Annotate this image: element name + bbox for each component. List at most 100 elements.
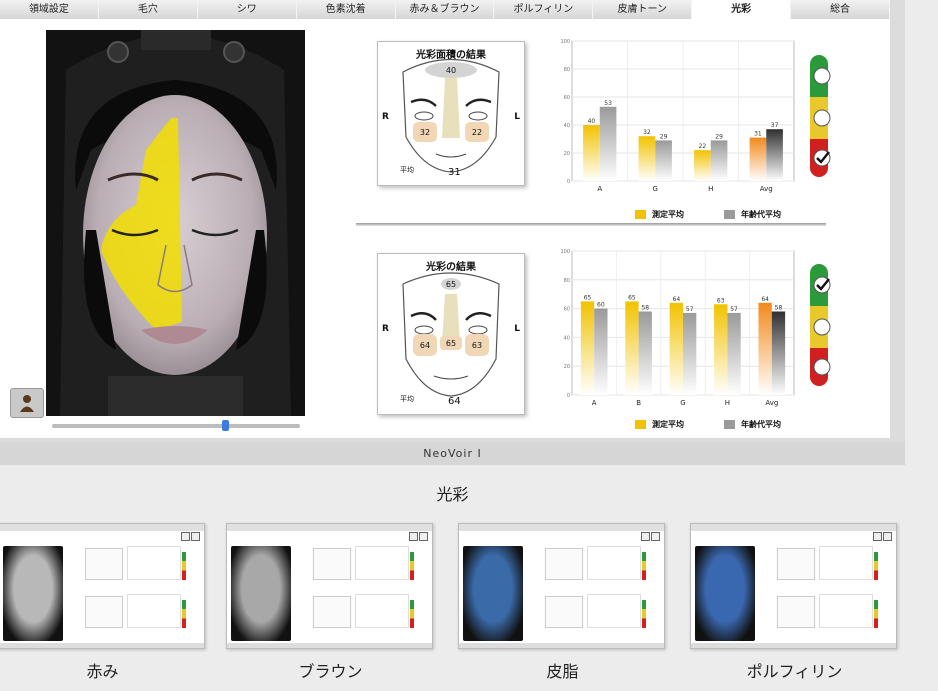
- y-tick-label: 0: [567, 179, 570, 185]
- slider-thumb[interactable]: [222, 420, 229, 431]
- analysis-panel: 光彩面積の結果 R L 40 32 22 平均 31 0 20 40 60 80…: [0, 19, 890, 438]
- thumb-map: [85, 596, 123, 628]
- data-label: 53: [604, 100, 612, 107]
- thumb-chart: [355, 546, 409, 580]
- thumb-chart: [587, 546, 641, 580]
- y-tick-label: 100: [560, 249, 570, 255]
- x-tick-label: G: [653, 185, 658, 193]
- region-map-top: 光彩面積の結果 R L 40 32 22 平均 31: [377, 41, 525, 186]
- bar-measured-A: [580, 301, 595, 395]
- tab-4[interactable]: 赤み＆ブラウン: [395, 0, 495, 19]
- tab-3[interactable]: 色素沈着: [296, 0, 396, 19]
- y-tick-label: 60: [564, 95, 570, 101]
- y-tick-label: 80: [564, 278, 570, 284]
- x-tick-label: A: [592, 399, 597, 407]
- map-top-avg-value: 31: [448, 167, 461, 178]
- legend-measured-label: 測定平均: [652, 420, 684, 429]
- bar-measured-Avg: [758, 302, 772, 395]
- face-photo: [46, 30, 305, 416]
- thumb-map: [313, 596, 351, 628]
- thumb-face: [3, 546, 63, 641]
- thumb-gauge: [874, 600, 878, 628]
- legend-top: 測定平均 年齢代平均: [617, 209, 781, 220]
- checkmark-icon: [813, 276, 831, 294]
- zone-forehead-value: 65: [446, 280, 456, 289]
- thumb-badge-icon: [873, 532, 882, 541]
- face-illustration: [46, 30, 305, 416]
- legend-age-swatch: [724, 210, 735, 219]
- thumb-camera-icon: [191, 532, 200, 541]
- data-label: 31: [754, 131, 762, 138]
- bar-age-A: [599, 106, 617, 181]
- data-label: 29: [660, 133, 668, 140]
- thumb-face: [463, 546, 523, 641]
- tab-5[interactable]: ポルフィリン: [494, 0, 594, 19]
- tab-2[interactable]: シワ: [197, 0, 297, 19]
- bar-measured-G: [669, 302, 683, 395]
- thumb-map: [777, 548, 815, 580]
- bar-measured-B: [625, 301, 639, 395]
- y-tick-label: 100: [560, 39, 570, 45]
- thumb-face: [695, 546, 755, 641]
- thumb-tab-bar: [691, 524, 896, 531]
- data-label: 40: [588, 118, 596, 125]
- thumb-map: [545, 548, 583, 580]
- bar-measured-H: [714, 304, 728, 395]
- thumb-gauge: [182, 552, 186, 580]
- thumb-tab-bar: [227, 524, 432, 531]
- zone-left-cheek-value: 63: [472, 341, 482, 350]
- thumb-gauge: [410, 552, 414, 580]
- thumb-chart: [127, 546, 181, 580]
- legend-age-label: 年齢代平均: [741, 210, 781, 219]
- thumb-badge-icon: [181, 532, 190, 541]
- data-label: 60: [597, 302, 605, 309]
- gauge-bad-segment: [810, 139, 831, 177]
- indicator-circle-icon: [813, 67, 831, 85]
- x-tick-label: B: [636, 399, 641, 407]
- thumb-map: [85, 548, 123, 580]
- y-tick-label: 40: [564, 335, 570, 341]
- y-tick-label: 40: [564, 123, 570, 129]
- tab-7[interactable]: 光彩: [692, 0, 792, 19]
- thumb-camera-icon: [419, 532, 428, 541]
- thumbnail-3[interactable]: [690, 523, 897, 649]
- data-label: 22: [699, 143, 707, 150]
- x-tick-label: Avg: [760, 185, 773, 193]
- camera-mode-button[interactable]: [10, 388, 44, 418]
- bar-chart-area: 0 20 40 60 80 100 40 53 A 32 29 G 22 29 H 31 37 Avg: [560, 39, 795, 193]
- legend-measured-swatch: [635, 420, 646, 429]
- thumb-chart: [127, 594, 181, 628]
- thumb-gauge: [642, 552, 646, 580]
- zone-left-cheek-value: 22: [472, 128, 482, 137]
- brand-footer: NeoVoir I: [0, 442, 905, 465]
- thumbnail-1[interactable]: [226, 523, 433, 649]
- bar-age-H: [710, 140, 728, 181]
- bar-chart-brightness: 0 20 40 60 80 100 65 60 A 65 58 B 64 57 G 63 57 H 64 58 Avg: [560, 249, 795, 407]
- thumb-gauge: [410, 600, 414, 628]
- region-map-bottom: 光彩の結果 R L 65 64 65 63 平均 64: [377, 253, 525, 415]
- thumb-badge-icon: [641, 532, 650, 541]
- indicator-circle-icon: [813, 109, 831, 127]
- main-caption: 光彩: [436, 485, 469, 504]
- tab-8[interactable]: 総合: [791, 0, 891, 19]
- thumb-footer: [459, 643, 664, 648]
- thumbnail-0[interactable]: [0, 523, 205, 649]
- gauge-top: [810, 55, 831, 177]
- thumb-chart: [819, 546, 873, 580]
- data-label: 29: [715, 133, 723, 140]
- thumb-badge-icon: [409, 532, 418, 541]
- image-slider[interactable]: [52, 420, 300, 431]
- gauge-good-segment: [810, 264, 831, 306]
- tab-0[interactable]: 領域設定: [0, 0, 99, 19]
- indicator-circle-icon: [813, 358, 831, 376]
- bar-age-Avg: [766, 129, 783, 181]
- map-top-avg-label: 平均: [400, 166, 414, 174]
- gauge-mid-segment: [810, 306, 831, 348]
- thumb-camera-icon: [883, 532, 892, 541]
- thumbnail-2[interactable]: [458, 523, 665, 649]
- tab-1[interactable]: 毛穴: [98, 0, 198, 19]
- x-tick-label: H: [725, 399, 730, 407]
- tab-6[interactable]: 皮膚トーン: [593, 0, 693, 19]
- bar-age-B: [638, 311, 652, 395]
- face-map-diagram: 40 32 22: [402, 59, 500, 173]
